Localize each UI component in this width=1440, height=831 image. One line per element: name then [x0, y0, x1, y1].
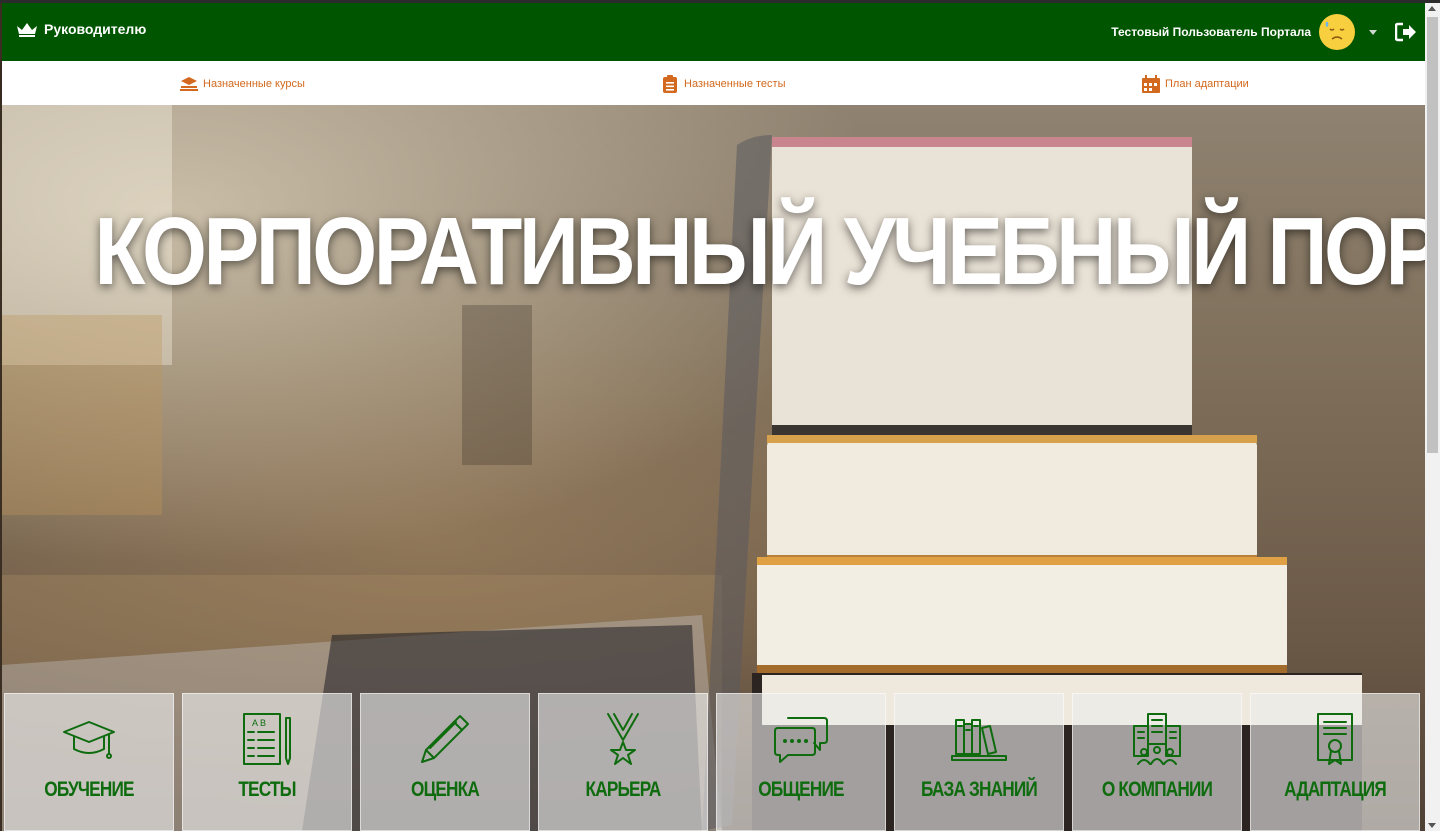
top-bar: Руководителю Тестовый Пользователь Порта…	[2, 3, 1425, 61]
section-tiles: ОБУЧЕНИЕ A B ТЕСТЫ ОЦЕНКА КАРЬЕРА ОБЩЕНИ…	[4, 693, 1423, 831]
tile-about-company[interactable]: О КОМПАНИИ	[1072, 693, 1242, 831]
graduation-cap-icon	[63, 721, 115, 759]
sad-face-icon	[1325, 22, 1345, 40]
tile-label: БАЗА ЗНАНИЙ	[920, 778, 1038, 801]
test-sheet-icon: A B	[243, 713, 291, 765]
tile-assessment[interactable]: ОЦЕНКА	[360, 693, 530, 831]
pencil-icon	[421, 715, 469, 763]
assigned-tests-link[interactable]: Назначенные тесты	[660, 75, 786, 93]
tile-tests[interactable]: A B ТЕСТЫ	[182, 693, 352, 831]
manager-link-label: Руководителю	[44, 21, 147, 37]
company-building-icon	[1133, 713, 1181, 765]
svg-text:A B: A B	[252, 718, 266, 728]
clipboard-list-icon	[663, 75, 677, 93]
tile-label: ОБЩЕНИЕ	[758, 778, 844, 801]
crown-icon	[17, 23, 37, 37]
tile-knowledge-base[interactable]: БАЗА ЗНАНИЙ	[894, 693, 1064, 831]
scroll-up-icon[interactable]	[1428, 6, 1436, 11]
user-menu[interactable]: Тестовый Пользователь Портала	[1111, 13, 1417, 51]
graduation-books-icon	[180, 77, 198, 91]
tile-learning[interactable]: ОБУЧЕНИЕ	[4, 693, 174, 831]
tile-label: КАРЬЕРА	[585, 778, 662, 801]
calendar-icon	[1142, 75, 1160, 93]
chat-bubbles-icon	[774, 717, 828, 763]
tile-communication[interactable]: ОБЩЕНИЕ	[716, 693, 886, 831]
adaptation-plan-link[interactable]: План адаптации	[1141, 75, 1249, 93]
sign-out-icon	[1395, 22, 1416, 42]
tile-label: ОБУЧЕНИЕ	[44, 778, 134, 801]
adaptation-plan-label: План адаптации	[1165, 78, 1249, 90]
logout-button[interactable]	[1395, 22, 1417, 42]
avatar[interactable]	[1319, 14, 1355, 50]
tile-label: ОЦЕНКА	[411, 778, 480, 801]
tile-label: ТЕСТЫ	[238, 778, 296, 801]
quick-links-bar: Назначенные курсы Назначенные тесты План…	[2, 61, 1425, 105]
hero-title: КОРПОРАТИВНЫЙ УЧЕБНЫЙ ПОРТАЛ	[94, 198, 1425, 305]
medal-icon	[607, 713, 639, 765]
tile-label: О КОМПАНИИ	[1101, 778, 1213, 801]
chevron-down-icon[interactable]	[1369, 29, 1377, 35]
tile-career[interactable]: КАРЬЕРА	[538, 693, 708, 831]
manager-link[interactable]: Руководителю	[16, 21, 146, 37]
assigned-courses-link[interactable]: Назначенные курсы	[179, 75, 305, 93]
page-scrollbar[interactable]	[1425, 3, 1440, 831]
scrollbar-thumb[interactable]	[1427, 17, 1438, 453]
assigned-tests-label: Назначенные тесты	[684, 78, 786, 90]
assigned-courses-label: Назначенные курсы	[203, 78, 305, 90]
user-name: Тестовый Пользователь Портала	[1111, 25, 1311, 39]
books-shelf-icon	[951, 719, 1007, 761]
tile-label: АДАПТАЦИЯ	[1284, 778, 1387, 801]
tile-adaptation[interactable]: АДАПТАЦИЯ	[1250, 693, 1420, 831]
certificate-icon	[1317, 713, 1353, 765]
scroll-down-icon[interactable]	[1428, 823, 1436, 828]
